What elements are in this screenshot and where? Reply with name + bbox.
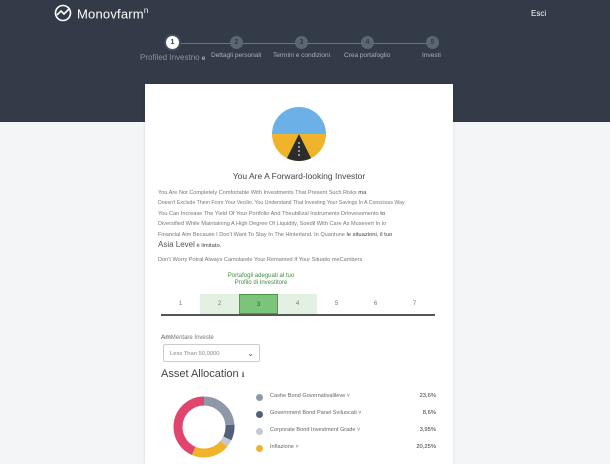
profile-description: You Are Not Completely Comfortable With …: [158, 190, 405, 250]
portfolio-cell-5[interactable]: 5: [317, 294, 356, 314]
asset-legend-row[interactable]: Government Bond Panel Sviluocati ˅ 8,6%: [256, 408, 436, 420]
legend-value: 8,6%: [422, 410, 436, 416]
legend-value: 20,25%: [416, 444, 436, 450]
step-1-dot: 1: [166, 36, 179, 49]
legend-color-dot: [256, 445, 263, 452]
investment-label: AmMentare Investe: [161, 334, 214, 341]
portfolio-cell-4[interactable]: 4: [278, 294, 317, 314]
asset-allocation-donut: [173, 396, 235, 458]
portfolio-cell-1[interactable]: 1: [161, 294, 200, 314]
asset-legend-row[interactable]: Inflazione ˅ 20,25%: [256, 442, 436, 454]
chevron-down-icon: ⌄: [247, 349, 254, 358]
portfolio-cell-3[interactable]: 3: [239, 294, 278, 314]
portfolio-scale: 1234567: [161, 294, 435, 316]
step-3-dot: 3: [295, 36, 308, 49]
step-2-label: Dettagli personali: [211, 52, 262, 59]
step-3-label: Termini e condizioni: [273, 52, 331, 59]
investment-select[interactable]: Less Than 50,0000 ⌄: [163, 344, 260, 362]
progress-stepper: 1 2 3 4 5 Profiled Investno e Dettagli p…: [140, 36, 450, 66]
app-name[interactable]: Monovfarmn: [77, 6, 148, 21]
step-5-label: Investi: [422, 52, 441, 59]
exit-link[interactable]: Esci: [531, 9, 546, 18]
asset-legend-row[interactable]: Corporate Bond Investment Grade ˅ 3,95%: [256, 425, 436, 437]
legend-color-dot: [256, 411, 263, 418]
legend-value: 3,95%: [419, 427, 436, 433]
legend-color-dot: [256, 394, 263, 401]
investor-profile-icon: [272, 107, 326, 161]
legend-label: Government Bond Panel Sviluocati ˅: [270, 410, 362, 416]
step-4-dot: 4: [361, 36, 374, 49]
step-2-dot: 2: [230, 36, 243, 49]
profile-title: You Are A Forward-looking Investor: [232, 171, 366, 181]
legend-color-dot: [256, 428, 263, 435]
step-5-dot: 5: [426, 36, 439, 49]
legend-label: Cashе Bond Governativalileve ˅: [270, 393, 351, 399]
legend-value: 23,6%: [419, 393, 436, 399]
step-1-label: Profiled Investno e: [140, 53, 206, 62]
profile-card: You Are A Forward-looking Investor You A…: [145, 84, 453, 464]
portfolio-scale-label: Portafogli adeguati al tuo Profilo di Inv…: [227, 273, 295, 286]
portfolio-cell-2[interactable]: 2: [200, 294, 239, 314]
portfolio-cell-6[interactable]: 6: [356, 294, 395, 314]
step-4-label: Crea portafoglio: [344, 52, 391, 59]
asset-allocation-title: Asset Allocation ℹ: [161, 368, 245, 380]
logo-icon[interactable]: [54, 4, 72, 22]
portfolio-cell-7[interactable]: 7: [395, 294, 434, 314]
legend-label: Inflazione ˅: [270, 444, 299, 450]
profile-note: Don't Worry Potral Always Camolarele You…: [158, 257, 363, 263]
asset-legend-row[interactable]: Cashе Bond Governativalileve ˅ 23,6%: [256, 391, 436, 403]
legend-label: Corporate Bond Investment Grade ˅: [270, 427, 361, 433]
